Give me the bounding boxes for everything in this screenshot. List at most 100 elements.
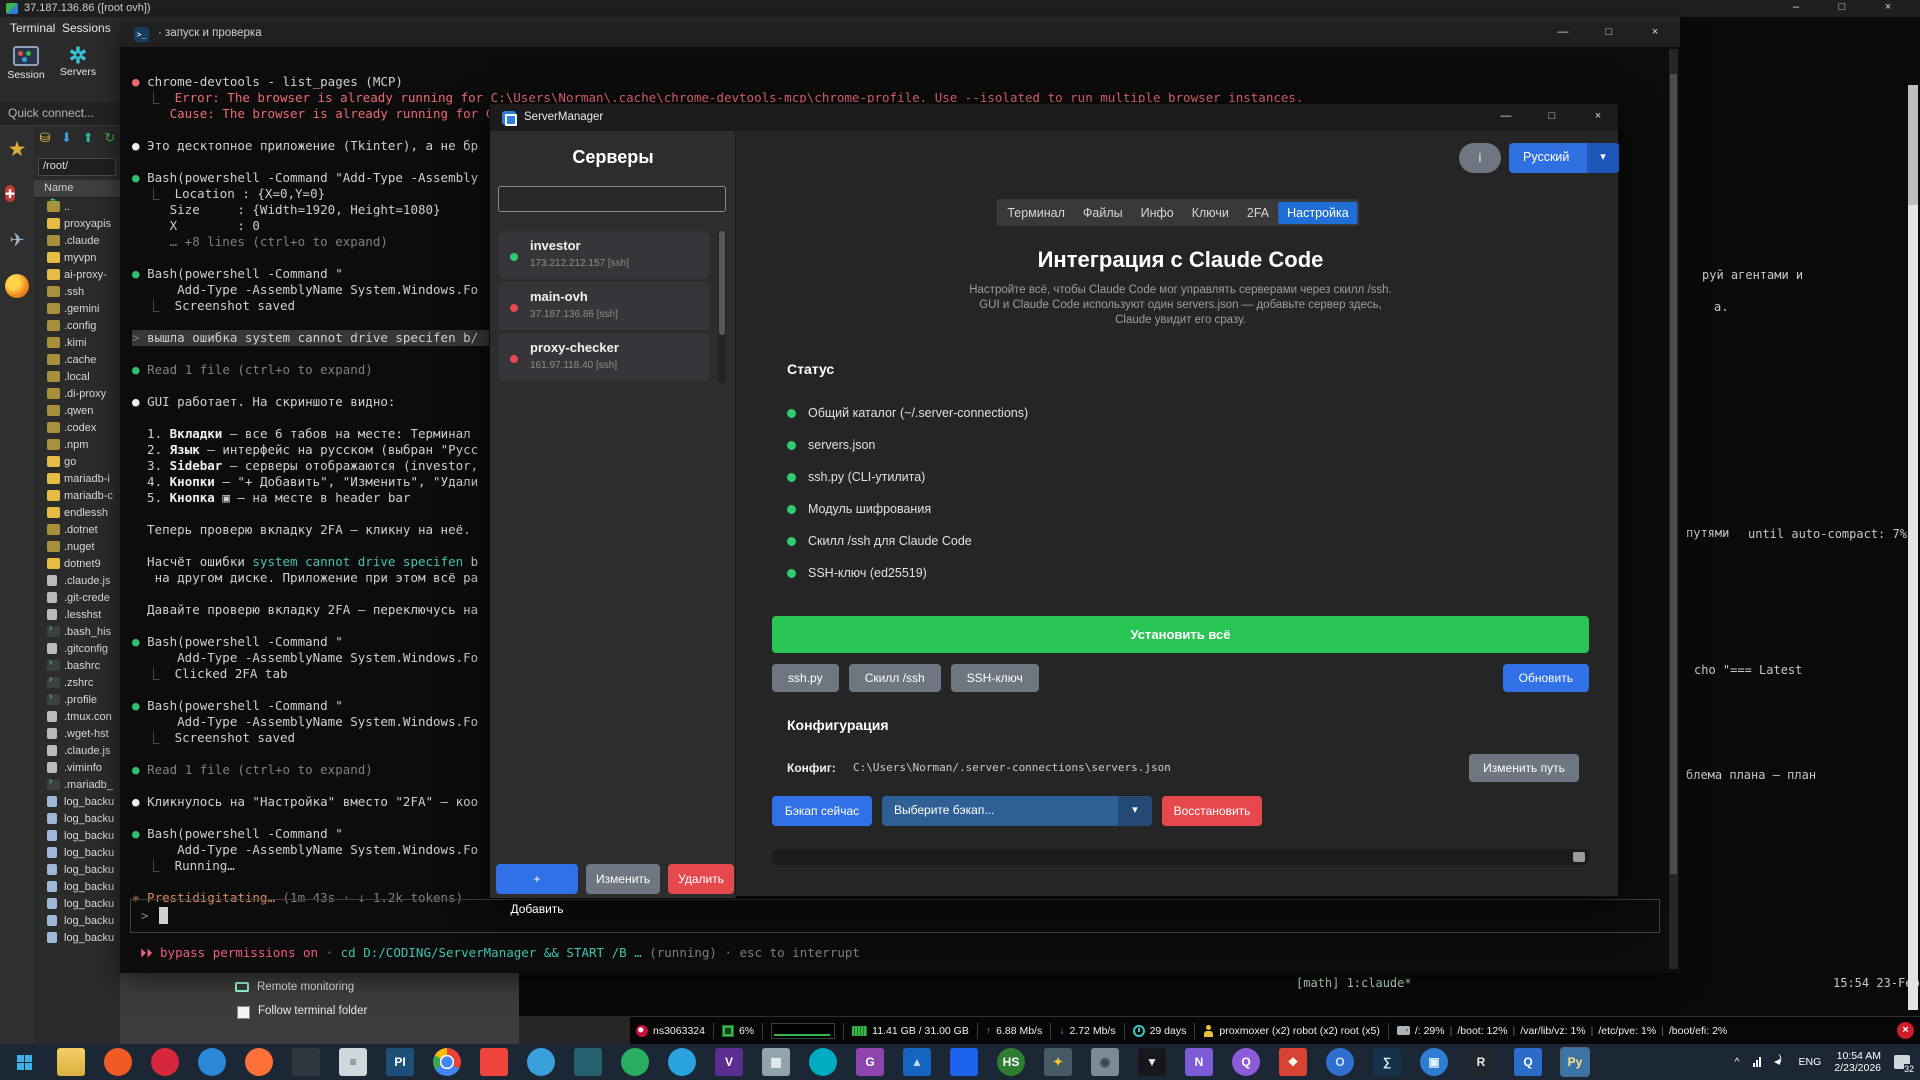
file-row[interactable]: .viminfo: [34, 759, 120, 776]
upload-icon[interactable]: ⬆: [79, 130, 97, 146]
file-row[interactable]: .di-proxy: [34, 385, 120, 402]
taskbar-icon-goland[interactable]: G: [856, 1048, 884, 1076]
file-row[interactable]: .config: [34, 317, 120, 334]
component-button-ssh.py[interactable]: ssh.py: [772, 664, 839, 692]
file-row[interactable]: .profile: [34, 691, 120, 708]
taskbar-icon-notepad[interactable]: ≡: [339, 1048, 367, 1076]
file-row[interactable]: .tmux.con: [34, 708, 120, 725]
taskbar-icon-chrome[interactable]: [433, 1048, 461, 1076]
taskbar-icon-cyan-bird[interactable]: [809, 1048, 837, 1076]
claude-input-box[interactable]: >: [130, 899, 1660, 933]
tab-2FA[interactable]: 2FA: [1238, 202, 1278, 224]
file-row[interactable]: ..: [34, 198, 120, 215]
close-button[interactable]: ×: [1873, 1, 1903, 13]
taskbar-icon-visual-studio[interactable]: V: [715, 1048, 743, 1076]
file-row[interactable]: log_backu: [34, 793, 120, 810]
taskbar-icon-photos-color[interactable]: ❖: [1279, 1048, 1307, 1076]
taskbar-icon-r-studio[interactable]: R: [1467, 1048, 1495, 1076]
taskbar-icon-quick-utmo[interactable]: Q: [1514, 1048, 1542, 1076]
file-row[interactable]: .mariadb_: [34, 776, 120, 793]
delete-server-button[interactable]: Удалить: [668, 864, 734, 894]
file-row[interactable]: .claude: [34, 232, 120, 249]
mobaxterm-scrollbar[interactable]: [1908, 85, 1918, 1010]
sm-maximize-button[interactable]: □: [1537, 110, 1567, 122]
terminal-scrollbar[interactable]: [1669, 49, 1678, 969]
monitor-close-button[interactable]: ×: [1897, 1022, 1914, 1039]
tab-Ключи[interactable]: Ключи: [1183, 202, 1238, 224]
refresh-button[interactable]: Обновить: [1502, 664, 1589, 692]
favorites-icon[interactable]: ★: [5, 138, 29, 162]
refresh-icon[interactable]: ↻: [101, 130, 119, 146]
tab-Настройка[interactable]: Настройка: [1278, 201, 1358, 224]
taskbar-icon-edge[interactable]: [198, 1048, 226, 1076]
file-row[interactable]: .dotnet: [34, 521, 120, 538]
server-item-proxy-checker[interactable]: proxy-checker 161.97.118.40 [ssh]: [498, 333, 710, 381]
file-row[interactable]: .nuget: [34, 538, 120, 555]
file-row[interactable]: .gitconfig: [34, 640, 120, 657]
file-row[interactable]: dotnet9: [34, 555, 120, 572]
file-row[interactable]: ai-proxy-: [34, 266, 120, 283]
info-button[interactable]: i: [1459, 143, 1501, 173]
edit-server-button[interactable]: Изменить: [586, 864, 661, 894]
send-icon[interactable]: ✈: [5, 228, 29, 252]
file-row[interactable]: .cache: [34, 351, 120, 368]
file-row[interactable]: .bashrc: [34, 657, 120, 674]
folder-up-icon[interactable]: ⛁: [36, 130, 54, 146]
file-row[interactable]: .bash_his: [34, 623, 120, 640]
server-search-input[interactable]: [498, 186, 726, 212]
add-server-button[interactable]: + Добавить: [496, 864, 579, 916]
file-row[interactable]: .qwen: [34, 402, 120, 419]
language-dropdown[interactable]: Русский ▾: [1509, 143, 1619, 173]
taskbar-icon-pi[interactable]: PI: [386, 1048, 414, 1076]
taskbar-icon-nvidia[interactable]: N: [1185, 1048, 1213, 1076]
taskbar-icon-quest[interactable]: Q: [1232, 1048, 1260, 1076]
volume-icon[interactable]: [1773, 1054, 1786, 1068]
terminal-maximize-button[interactable]: □: [1594, 26, 1624, 38]
file-row[interactable]: mariadb-c: [34, 487, 120, 504]
terminal-close-button[interactable]: ×: [1640, 26, 1670, 38]
terminal-minimize-button[interactable]: —: [1548, 26, 1578, 38]
file-row[interactable]: proxyapis: [34, 215, 120, 232]
taskbar-icon-anydesk[interactable]: [480, 1048, 508, 1076]
maximize-button[interactable]: □: [1827, 1, 1857, 13]
taskbar-icon-python-files[interactable]: Py: [1560, 1047, 1590, 1077]
file-row[interactable]: .codex: [34, 419, 120, 436]
backup-select-dropdown[interactable]: Выберите бэкап... ▾: [882, 796, 1152, 826]
sm-minimize-button[interactable]: —: [1491, 110, 1521, 122]
taskbar-icon-start[interactable]: [10, 1048, 38, 1076]
file-row[interactable]: .git-crede: [34, 589, 120, 606]
menu-terminal[interactable]: Terminal: [10, 21, 55, 35]
terminal-tab-title[interactable]: · запуск и проверка: [158, 27, 262, 39]
file-row[interactable]: .zshrc: [34, 674, 120, 691]
taskbar-icon-monitor[interactable]: ▣: [1420, 1048, 1448, 1076]
file-row[interactable]: log_backu: [34, 861, 120, 878]
taskbar-icon-camera[interactable]: ◉: [1091, 1048, 1119, 1076]
sm-close-button[interactable]: ×: [1583, 110, 1613, 122]
tab-Файлы[interactable]: Файлы: [1074, 202, 1132, 224]
taskbar-icon-hs[interactable]: HS: [997, 1048, 1025, 1076]
taskbar-icon-photos-gray[interactable]: ▦: [762, 1048, 790, 1076]
file-row[interactable]: mariadb-i: [34, 470, 120, 487]
taskbar-icon-file-explorer[interactable]: [57, 1048, 85, 1076]
taskbar-icon-insiders[interactable]: O: [1326, 1048, 1354, 1076]
component-button-Скилл /ssh[interactable]: Скилл /ssh: [848, 664, 941, 692]
file-row[interactable]: myvpn: [34, 249, 120, 266]
menu-sessions[interactable]: Sessions: [62, 21, 111, 35]
path-input[interactable]: /root/: [38, 158, 116, 176]
horizontal-scrollbar[interactable]: [772, 849, 1589, 865]
taskbar-icon-edge-compass[interactable]: [527, 1048, 555, 1076]
tools-icon[interactable]: [5, 185, 16, 202]
file-row[interactable]: log_backu: [34, 895, 120, 912]
session-button[interactable]: Session: [0, 46, 52, 81]
taskbar-icon-spotify[interactable]: [621, 1048, 649, 1076]
tray-chevron-icon[interactable]: ^: [1735, 1056, 1740, 1068]
install-all-button[interactable]: Установить всё: [772, 616, 1589, 653]
taskbar-icon-firefox[interactable]: [245, 1048, 273, 1076]
file-row[interactable]: .ssh: [34, 283, 120, 300]
file-row[interactable]: .lesshst: [34, 606, 120, 623]
minimize-button[interactable]: –: [1781, 1, 1811, 13]
download-icon[interactable]: ⬇: [58, 130, 76, 146]
file-row[interactable]: .wget-hst: [34, 725, 120, 742]
file-row[interactable]: .claude.js: [34, 742, 120, 759]
taskbar-icon-vanguard[interactable]: ▼: [1138, 1048, 1166, 1076]
